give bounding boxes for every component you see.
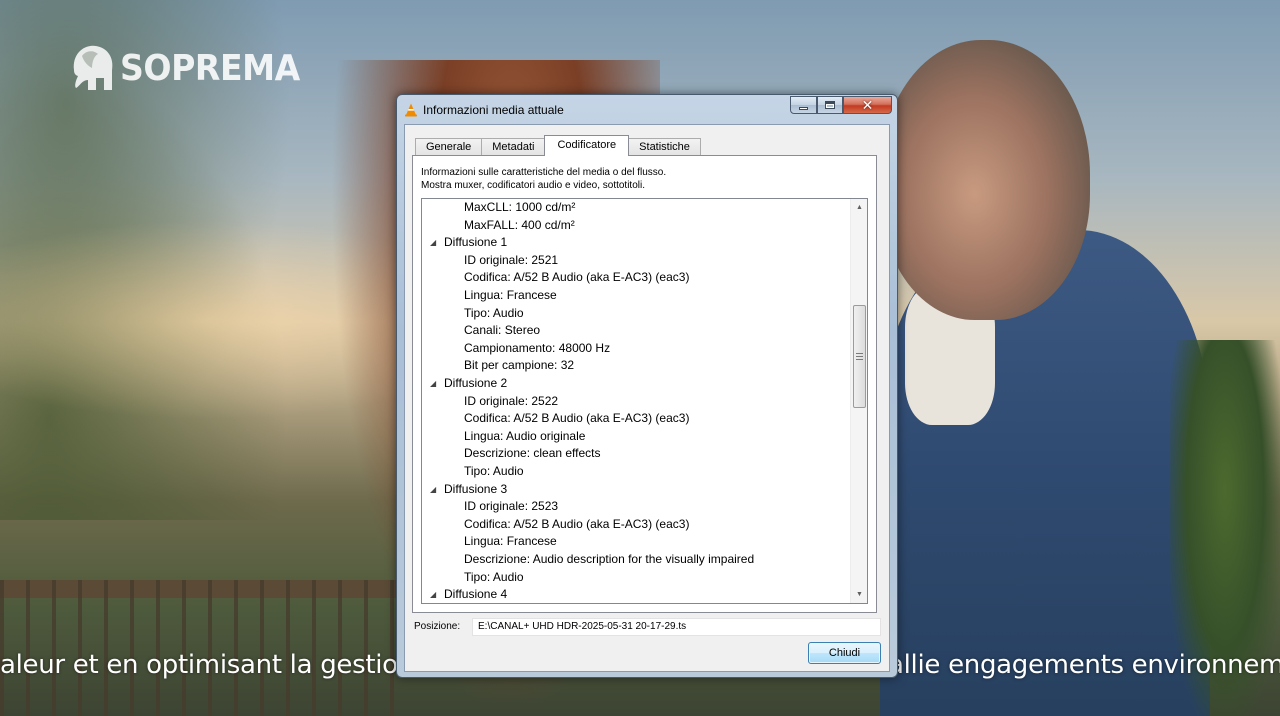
video-subtitle-left: aleur et en optimisant la gestion [0, 650, 414, 680]
expand-caret-icon[interactable]: ◢ [430, 234, 439, 251]
tree-item[interactable]: Codifica: A/52 B Audio (aka E-AC3) (eac3… [464, 410, 689, 427]
tree-group-item[interactable]: Diffusione 4 [444, 586, 507, 603]
media-info-dialog: Informazioni media attuale ✕ Generale Me… [396, 94, 898, 678]
tree-item[interactable]: Lingua: Audio originale [464, 428, 585, 445]
vertical-scrollbar[interactable]: ▲ ▼ [850, 199, 867, 603]
video-subtitle-right: allie engagements environneme [888, 650, 1280, 680]
tree-item[interactable]: Codifica: A/52 B Audio (aka E-AC3) (eac3… [464, 516, 689, 533]
background-railing [0, 580, 400, 716]
tree-item[interactable]: Codifica: A/52 B Audio (aka E-AC3) (eac3… [464, 269, 689, 286]
grip-icon [856, 353, 863, 360]
chiudi-button[interactable]: Chiudi [808, 642, 881, 664]
codec-tree[interactable]: MaxCLL: 1000 cd/m² MaxFALL: 400 cd/m² ◢ Dif… [421, 198, 868, 604]
minimize-icon [799, 106, 808, 110]
expand-caret-icon[interactable]: ◢ [430, 586, 439, 603]
codec-panel: Informazioni sulle caratteristiche del m… [412, 155, 877, 613]
position-field[interactable]: E:\CANAL+ UHD HDR-2025-05-31 20-17-29.ts [472, 618, 881, 636]
tree-item[interactable]: ID originale: 2521 [464, 252, 558, 269]
dialog-client-area: Generale Metadati Codificatore Statistic… [404, 124, 890, 672]
tree-item[interactable]: Descrizione: Audio description for the v… [464, 551, 754, 568]
close-window-button[interactable]: ✕ [843, 96, 892, 114]
elephant-icon [66, 40, 116, 96]
tree-item[interactable]: ID originale: 2522 [464, 393, 558, 410]
tab-metadati[interactable]: Metadati [481, 138, 546, 156]
tree-item[interactable]: Tipo: Audio [464, 463, 524, 480]
maximize-icon [825, 101, 835, 109]
tree-group-item[interactable]: Diffusione 1 [444, 234, 507, 251]
expand-caret-icon[interactable]: ◢ [430, 375, 439, 392]
tree-item[interactable]: Campionamento: 48000 Hz [464, 340, 610, 357]
tree-item[interactable]: Canali: Stereo [464, 322, 540, 339]
tab-bar: Generale Metadati Codificatore Statistic… [415, 135, 701, 156]
position-label: Posizione: [414, 621, 461, 632]
window-title: Informazioni media attuale [423, 103, 564, 117]
logo-text: SOPREMA [120, 47, 300, 89]
tree-item[interactable]: Bit per campione: 32 [464, 357, 574, 374]
soprema-logo: SOPREMA [66, 38, 315, 98]
panel-description: Informazioni sulle caratteristiche del m… [421, 167, 666, 192]
scroll-down-arrow-icon[interactable]: ▼ [851, 586, 867, 603]
tree-item[interactable]: Descrizione: clean effects [464, 445, 601, 462]
tab-codificatore[interactable]: Codificatore [544, 135, 630, 156]
tree-item[interactable]: MaxCLL: 1000 cd/m² [464, 199, 575, 216]
tree-group-item[interactable]: Diffusione 2 [444, 375, 507, 392]
close-icon: ✕ [861, 97, 874, 113]
tab-generale[interactable]: Generale [415, 138, 483, 156]
scroll-up-arrow-icon[interactable]: ▲ [851, 199, 867, 216]
maximize-button[interactable] [817, 96, 843, 114]
tree-item[interactable]: Tipo: Audio [464, 569, 524, 586]
tree-item[interactable]: MaxFALL: 400 cd/m² [464, 217, 575, 234]
description-line-1: Informazioni sulle caratteristiche del m… [421, 167, 667, 178]
background-person-man-head [880, 40, 1090, 320]
tab-statistiche[interactable]: Statistiche [628, 138, 701, 156]
title-bar[interactable]: Informazioni media attuale ✕ [397, 95, 897, 123]
vlc-cone-icon [404, 103, 418, 117]
tree-item[interactable]: Tipo: Audio [464, 305, 524, 322]
scrollbar-thumb[interactable] [853, 305, 866, 408]
codec-tree-rows: MaxCLL: 1000 cd/m² MaxFALL: 400 cd/m² ◢ Dif… [422, 199, 852, 603]
tree-item[interactable]: Lingua: Francese [464, 287, 557, 304]
tree-group-item[interactable]: Diffusione 3 [444, 481, 507, 498]
minimize-button[interactable] [790, 96, 817, 114]
expand-caret-icon[interactable]: ◢ [430, 481, 439, 498]
tree-item[interactable]: Lingua: Francese [464, 533, 557, 550]
description-line-2: Mostra muxer, codificatori audio e video… [421, 179, 645, 191]
tree-item[interactable]: ID originale: 2523 [464, 498, 558, 515]
